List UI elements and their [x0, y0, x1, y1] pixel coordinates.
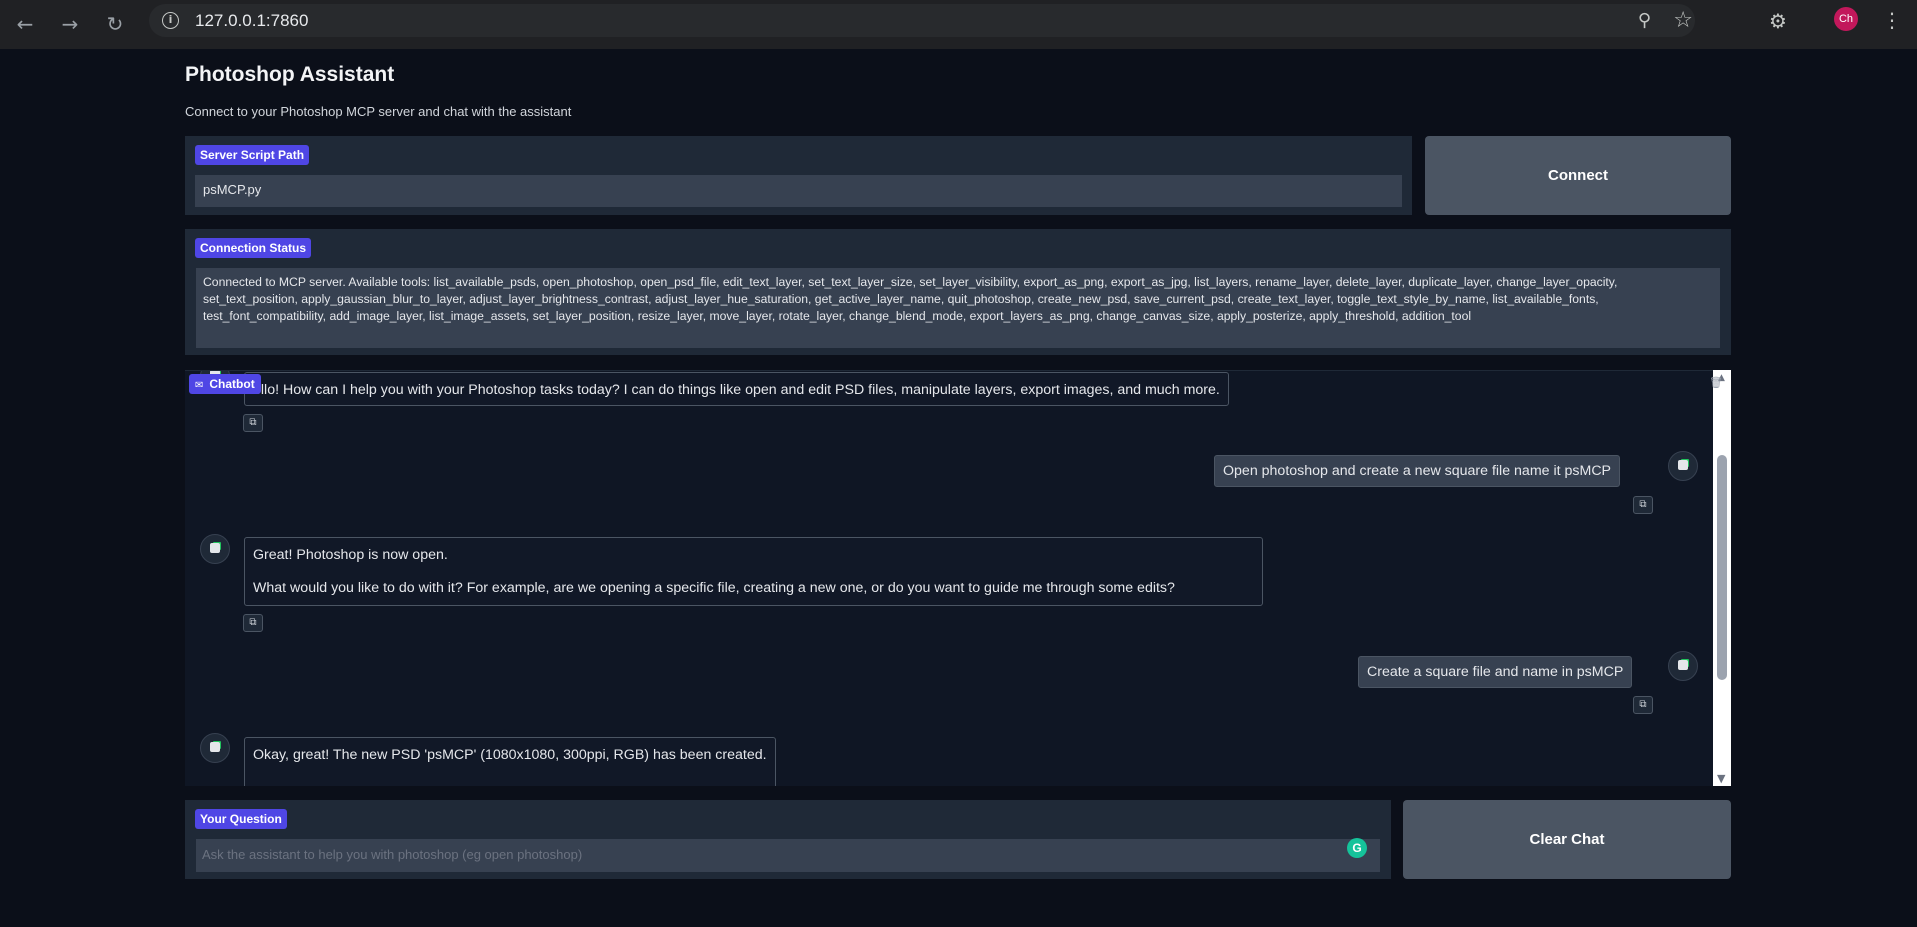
copy-icon[interactable]: ⧉ [1633, 696, 1653, 714]
reload-icon[interactable]: ↻ [99, 8, 131, 40]
scroll-down-icon[interactable]: ▼ [1717, 772, 1725, 785]
bot-message: ello! How can I help you with your Photo… [244, 372, 1229, 406]
page-title: Photoshop Assistant [185, 63, 395, 86]
menu-icon[interactable]: ⋮ [1882, 8, 1902, 32]
chat-icon: ✉ [195, 380, 204, 391]
url-text[interactable]: 127.0.0.1:7860 [195, 11, 308, 31]
page-subtitle: Connect to your Photoshop MCP server and… [185, 104, 572, 119]
forward-icon[interactable]: → [54, 8, 86, 40]
browser-toolbar: ← → ↻ i 127.0.0.1:7860 ⚲ ☆ ⚙ Ch ⋮ [0, 0, 1917, 49]
copy-icon[interactable]: ⧉ [243, 614, 263, 632]
zoom-icon[interactable]: ⚲ [1638, 10, 1651, 31]
user-avatar [1668, 651, 1698, 681]
message-text: ello! How can I help you with your Photo… [253, 382, 1220, 398]
back-icon[interactable]: ← [9, 8, 41, 40]
server-path-label: Server Script Path [195, 145, 310, 165]
user-message: Create a square file and name in psMCP [1358, 656, 1633, 688]
address-bar[interactable]: i 127.0.0.1:7860 ⚲ ☆ [149, 4, 1695, 37]
bot-avatar [200, 534, 230, 564]
copy-icon[interactable]: ⧉ [243, 414, 263, 432]
question-label: Your Question [195, 809, 287, 829]
copy-icon[interactable]: ⧉ [1633, 496, 1653, 514]
message-text: Okay, great! The new PSD 'psMCP' (1080x1… [253, 747, 767, 763]
chatbot-label-text: Chatbot [209, 377, 255, 391]
chatbot: ✉ Chatbot 🗑 ello! How can I help you with… [185, 370, 1731, 786]
clear-chat-button[interactable]: Clear Chat [1403, 800, 1731, 879]
message-text: What would you like to do with it? For e… [253, 580, 1175, 596]
chatbot-label: ✉ Chatbot [189, 374, 261, 394]
star-icon[interactable]: ☆ [1673, 8, 1693, 33]
server-path-input[interactable]: psMCP.py [195, 175, 1402, 207]
message-text: Great! Photoshop is now open. [253, 547, 448, 563]
bot-avatar [200, 733, 230, 763]
bot-message: Okay, great! The new PSD 'psMCP' (1080x1… [244, 737, 776, 786]
info-icon[interactable]: i [162, 12, 179, 29]
grammarly-icon[interactable]: G [1347, 838, 1367, 858]
extensions-icon[interactable]: ⚙ [1765, 8, 1791, 34]
user-message: Open photoshop and create a new square f… [1214, 455, 1621, 487]
profile-avatar[interactable]: Ch [1834, 7, 1858, 31]
message-text: Open photoshop and create a new square f… [1223, 463, 1612, 479]
connection-status-label: Connection Status [195, 238, 312, 258]
connect-button[interactable]: Connect [1425, 136, 1731, 215]
trash-icon[interactable]: 🗑 [1709, 376, 1723, 390]
bot-message: Great! Photoshop is now open. What would… [244, 537, 1263, 606]
question-input[interactable]: Ask the assistant to help you with photo… [196, 839, 1380, 872]
user-avatar [1668, 451, 1698, 481]
server-path-panel: Server Script Path psMCP.py [185, 136, 1412, 215]
scrollbar-thumb[interactable] [1717, 455, 1727, 680]
connection-status-text: Connected to MCP server. Available tools… [196, 268, 1720, 348]
message-text: Create a square file and name in psMCP [1367, 664, 1624, 680]
chat-scrollbar[interactable]: ▲ ▼ [1713, 370, 1731, 786]
